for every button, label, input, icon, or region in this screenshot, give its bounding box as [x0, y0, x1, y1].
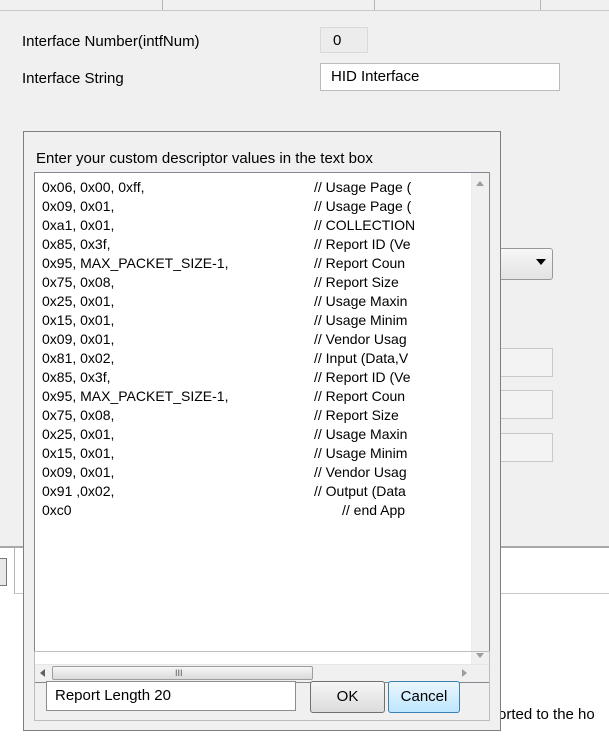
descriptor-comment: // Report Size: [314, 407, 399, 423]
descriptor-code: 0x75, 0x08,: [42, 274, 115, 290]
descriptor-line: 0x95, MAX_PACKET_SIZE-1, // Report Coun: [42, 255, 482, 274]
descriptor-comment: // Report Coun: [314, 388, 406, 404]
descriptor-comment: // Report ID (Ve: [314, 369, 411, 385]
descriptor-comment: // Report Coun: [314, 255, 406, 271]
descriptor-line: 0x15, 0x01, // Usage Minim: [42, 312, 482, 331]
bottom-panel-text: orted to the ho: [498, 706, 595, 723]
descriptor-code: 0x09, 0x01,: [42, 464, 115, 480]
custom-descriptor-dialog: Enter your custom descriptor values in t…: [23, 131, 501, 731]
descriptor-line: 0x25, 0x01, // Usage Maxin: [42, 293, 482, 312]
descriptor-comment: // COLLECTION: [314, 217, 416, 233]
report-length-input[interactable]: Report Length 20: [46, 681, 296, 711]
descriptor-comment: // Report ID (Ve: [314, 236, 411, 252]
descriptor-code: 0x25, 0x01,: [42, 293, 115, 309]
descriptor-code: 0x95, MAX_PACKET_SIZE-1,: [42, 388, 229, 404]
interface-string-label: Interface String: [22, 70, 124, 87]
descriptor-comment: // Vendor Usag: [314, 464, 407, 480]
descriptor-comment: // Vendor Usag: [314, 331, 407, 347]
descriptor-line: 0xc0 // end App: [42, 502, 482, 521]
descriptor-code: 0x95, MAX_PACKET_SIZE-1,: [42, 255, 229, 271]
scroll-up-icon[interactable]: [476, 181, 484, 186]
descriptor-line: 0x75, 0x08, // Report Size: [42, 407, 482, 426]
descriptor-code: 0xc0: [42, 502, 72, 518]
chevron-down-icon: [536, 259, 546, 265]
descriptor-line: 0x09, 0x01, // Vendor Usag: [42, 464, 482, 483]
descriptor-comment: // Input (Data,V: [314, 350, 409, 366]
tab-strip: [0, 0, 609, 11]
descriptor-code: 0x81, 0x02,: [42, 350, 115, 366]
descriptor-code: 0xa1, 0x01,: [42, 217, 115, 233]
vertical-scrollbar[interactable]: [471, 173, 489, 666]
descriptor-code: 0x85, 0x3f,: [42, 369, 111, 385]
descriptor-line: 0x09, 0x01, // Usage Page (: [42, 198, 482, 217]
descriptor-comment: // end App: [342, 502, 406, 518]
descriptor-comment: // Usage Maxin: [314, 293, 408, 309]
descriptor-code: 0x06, 0x00, 0xff,: [42, 179, 145, 195]
descriptor-comment: // Output (Data: [314, 483, 406, 499]
descriptor-code: 0x09, 0x01,: [42, 331, 115, 347]
ok-button[interactable]: OK: [310, 681, 385, 713]
dialog-prompt: Enter your custom descriptor values in t…: [36, 150, 373, 167]
tab-divider: [374, 0, 375, 10]
descriptor-code: 0x15, 0x01,: [42, 312, 115, 328]
descriptor-comment: // Usage Minim: [314, 312, 408, 328]
interface-string-input[interactable]: HID Interface: [320, 63, 560, 91]
interface-number-label: Interface Number(intfNum): [22, 33, 200, 50]
descriptor-line: 0x25, 0x01, // Usage Maxin: [42, 426, 482, 445]
descriptor-code: 0x09, 0x01,: [42, 198, 115, 214]
descriptor-comment: // Report Size: [314, 274, 399, 290]
interface-number-field: 0: [320, 27, 368, 53]
descriptor-line: 0x15, 0x01, // Usage Minim: [42, 445, 482, 464]
descriptor-line: 0x85, 0x3f, // Report ID (Ve: [42, 236, 482, 255]
descriptor-line: 0x06, 0x00, 0xff, // Usage Page (: [42, 179, 482, 198]
descriptor-textarea[interactable]: 0x06, 0x00, 0xff,// Usage Page (0x09, 0x…: [34, 172, 490, 683]
descriptor-line: 0x09, 0x01, // Vendor Usag: [42, 331, 482, 350]
descriptor-code: 0x75, 0x08,: [42, 407, 115, 423]
descriptor-line: 0x75, 0x08, // Report Size: [42, 274, 482, 293]
panel-edge-button[interactable]: [0, 558, 7, 586]
descriptor-line: 0x91 ,0x02, // Output (Data: [42, 483, 482, 502]
tab-divider: [540, 0, 541, 10]
descriptor-line: 0x95, MAX_PACKET_SIZE-1, // Report Coun: [42, 388, 482, 407]
tab-divider: [162, 0, 163, 10]
descriptor-line: 0x81, 0x02, // Input (Data,V: [42, 350, 482, 369]
descriptor-comment: // Usage Minim: [314, 445, 408, 461]
descriptor-code: 0x25, 0x01,: [42, 426, 115, 442]
descriptor-code: 0x85, 0x3f,: [42, 236, 111, 252]
descriptor-line: 0x85, 0x3f, // Report ID (Ve: [42, 369, 482, 388]
descriptor-comment: // Usage Page (: [314, 198, 412, 214]
descriptor-code: 0x15, 0x01,: [42, 445, 115, 461]
cancel-button[interactable]: Cancel: [388, 681, 460, 713]
descriptor-code: 0x91 ,0x02,: [42, 483, 115, 499]
descriptor-comment: // Usage Maxin: [314, 426, 408, 442]
descriptor-comment: // Usage Page (: [314, 179, 412, 195]
descriptor-line: 0xa1, 0x01, // COLLECTION: [42, 217, 482, 236]
